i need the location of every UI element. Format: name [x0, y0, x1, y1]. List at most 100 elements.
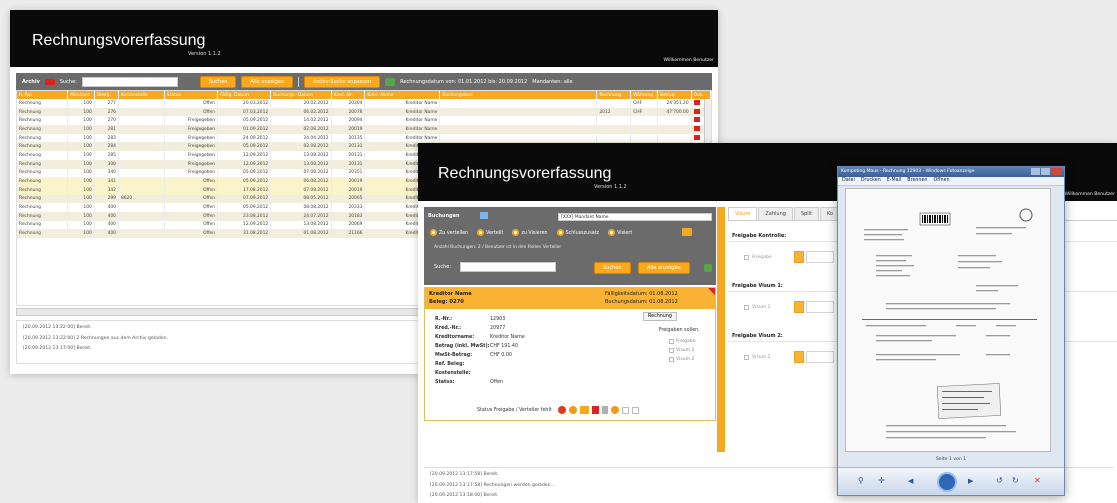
- radio-icon[interactable]: [556, 229, 564, 236]
- refresh-icon[interactable]: [385, 77, 396, 86]
- approval-checkbox-row[interactable]: Visum 2: [744, 355, 770, 360]
- clip-icon[interactable]: [601, 406, 608, 414]
- column-header[interactable]: Buchungstext: [439, 91, 598, 99]
- pdf-icon[interactable]: [693, 134, 700, 140]
- approval-checkbox-row[interactable]: Freigabe: [744, 255, 772, 260]
- checkbox-label: Visum 2: [752, 355, 771, 360]
- column-header[interactable]: Kred.-Name: [364, 91, 441, 99]
- pdf-icon[interactable]: [693, 108, 700, 114]
- column-header[interactable]: Kred.-Nr.: [331, 91, 366, 99]
- radio-icon[interactable]: [512, 229, 520, 236]
- booking-card[interactable]: Kreditor Name Beleg: 0270 Fälligkeitsdat…: [424, 287, 716, 421]
- fit-icon[interactable]: ✛: [878, 476, 885, 485]
- maximize-icon[interactable]: [1041, 168, 1050, 175]
- tab[interactable]: Split: [793, 207, 820, 220]
- approver-button[interactable]: [794, 351, 804, 363]
- approver-button[interactable]: [794, 251, 804, 263]
- pdf-icon[interactable]: [693, 99, 700, 105]
- freigabe-row[interactable]: Visum 2: [669, 355, 696, 364]
- column-header[interactable]: Mandant: [67, 91, 95, 99]
- approver-field[interactable]: [806, 251, 834, 263]
- next-icon[interactable]: ▶: [968, 477, 973, 485]
- column-header[interactable]: Betrag: [657, 91, 692, 99]
- viewer-titlebar[interactable]: Kompeting Maus - Rechnung 12903 - Window…: [838, 167, 1064, 177]
- table-row[interactable]: Rechnung 100 270 Freigegeben 05.09.2012 14.02…: [17, 116, 711, 126]
- refresh-icon-2[interactable]: [704, 264, 712, 272]
- search-input[interactable]: [81, 76, 178, 87]
- approver-field[interactable]: [806, 301, 834, 313]
- checkbox[interactable]: [669, 339, 674, 344]
- previous-icon[interactable]: ◀: [908, 477, 913, 485]
- viewer-menu-item[interactable]: Datei: [842, 178, 855, 184]
- table-cell: 01.09.2012: [217, 125, 272, 134]
- info-icon[interactable]: [610, 406, 619, 414]
- card-field-key: Betrag (inkl. MwSt):: [435, 344, 490, 349]
- filter-option[interactable]: Schlusszusatz: [556, 229, 599, 236]
- freigabe-row[interactable]: Visum 1: [669, 346, 696, 355]
- table-row[interactable]: Rechnung 100 277 Offen 20.03.2012 20.02.2012 2…: [17, 99, 711, 108]
- pdf-icon[interactable]: [693, 125, 700, 131]
- column-header[interactable]: Währung: [630, 91, 658, 99]
- minimize-icon[interactable]: [1031, 168, 1040, 175]
- card-type-button[interactable]: Rechnung: [643, 312, 677, 321]
- card-field-value: CHF 0.00: [490, 353, 512, 358]
- slideshow-button[interactable]: [937, 472, 957, 492]
- column-header[interactable]: Rechnung: [596, 91, 632, 99]
- reject-icon[interactable]: [557, 406, 566, 414]
- table-cell: 08.08.2012: [270, 203, 332, 212]
- tab[interactable]: Zahlung: [758, 207, 793, 220]
- close-icon[interactable]: [1051, 168, 1062, 175]
- column-header[interactable]: Status: [164, 91, 219, 99]
- table-cell: 300: [94, 159, 119, 169]
- column-header[interactable]: Kostenstelle: [118, 91, 165, 99]
- pdf-icon[interactable]: [591, 406, 599, 414]
- show-all-button-2[interactable]: Alle anzeigen: [638, 262, 690, 274]
- column-header[interactable]: Beleg.: [94, 91, 119, 99]
- column-header[interactable]: R.-Typ: [17, 91, 69, 99]
- freigabe-row[interactable]: Freigabe: [669, 337, 696, 346]
- checkbox[interactable]: [669, 357, 674, 362]
- filter-option[interactable]: Visiert: [608, 229, 632, 236]
- rotate-left-icon[interactable]: ↺: [996, 476, 1003, 485]
- radio-icon[interactable]: [608, 229, 616, 236]
- delete-icon[interactable]: ✕: [1034, 476, 1041, 485]
- search-input-2[interactable]: [460, 262, 556, 272]
- mandant-select[interactable]: [XXX] Mandant Name: [558, 213, 712, 221]
- table-row[interactable]: Rechnung 100 281 Freigegeben 01.09.2012 02.08…: [17, 125, 711, 134]
- approver-button[interactable]: [794, 301, 804, 313]
- viewer-menu-item[interactable]: Brennen: [907, 178, 927, 184]
- checkbox[interactable]: [744, 355, 749, 360]
- pdf-icon[interactable]: [693, 117, 700, 123]
- warning-icon[interactable]: [568, 406, 577, 414]
- checkbox[interactable]: [744, 305, 749, 310]
- show-all-button[interactable]: Alle anzeigen: [241, 75, 293, 88]
- viewer-menu-item[interactable]: Drucken: [861, 178, 881, 184]
- approver-field[interactable]: [806, 351, 834, 363]
- viewer-menu-item[interactable]: Öffnen: [933, 178, 949, 184]
- column-header[interactable]: Buchungs.-Datum: [270, 91, 332, 99]
- radio-icon[interactable]: [477, 229, 485, 236]
- filter-option[interactable]: Zu verteilen: [430, 229, 468, 236]
- card-field-value: CHF 191.40: [490, 344, 519, 349]
- checkbox[interactable]: [669, 348, 674, 353]
- search-button-2[interactable]: Suchen: [594, 262, 631, 274]
- column-header[interactable]: Fällig. Datum: [217, 91, 272, 99]
- filter-option[interactable]: zu Visieren: [512, 229, 548, 236]
- archive-search-button[interactable]: Archiv-Suche anpassen: [304, 75, 381, 88]
- edit-icon[interactable]: [682, 228, 692, 236]
- table-cell: 14.02.2012: [270, 116, 332, 126]
- search-button[interactable]: Suchen: [199, 75, 237, 88]
- zoom-icon[interactable]: ⚲: [858, 476, 864, 485]
- splitter-bar[interactable]: [717, 207, 725, 452]
- filter-option[interactable]: Verteilt: [477, 229, 503, 236]
- viewer-menu-item[interactable]: E-Mail: [887, 178, 902, 184]
- checkbox[interactable]: [744, 255, 749, 260]
- approval-checkbox-row[interactable]: Visum 1: [744, 305, 770, 310]
- table-row[interactable]: Rechnung 100 276 Offen 07.03.2012 06.02.2012 2…: [17, 107, 711, 117]
- folder-icon[interactable]: [579, 406, 589, 414]
- tab[interactable]: Visum: [728, 207, 758, 220]
- rotate-right-icon[interactable]: ↻: [1012, 476, 1019, 485]
- column-header[interactable]: Dok.: [691, 91, 711, 99]
- radio-icon[interactable]: [430, 229, 437, 236]
- table-row[interactable]: Rechnung 100 283 Freigegeben 24.09.2012 24.04…: [17, 133, 711, 143]
